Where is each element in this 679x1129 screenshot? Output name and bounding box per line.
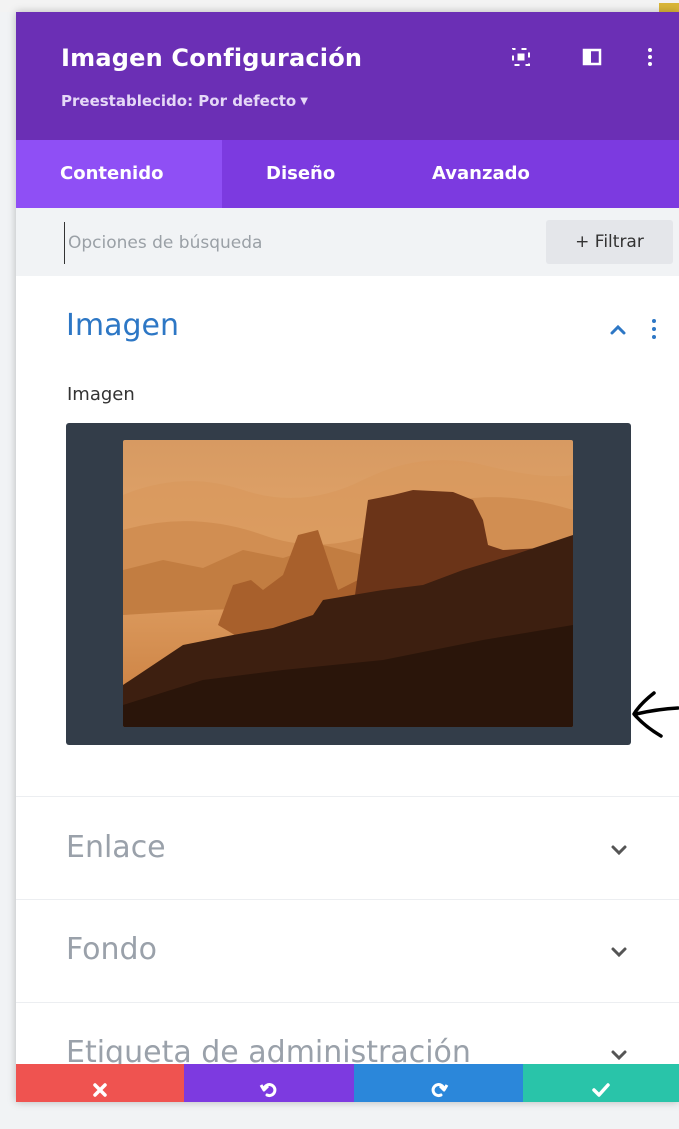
- redo-button[interactable]: [354, 1064, 523, 1102]
- chevron-down-icon[interactable]: [610, 844, 628, 856]
- section-title-fondo[interactable]: Fondo: [66, 932, 157, 967]
- section-title-imagen[interactable]: Imagen: [66, 308, 179, 343]
- panel-header: Imagen Configuración Preestablecido: Por…: [16, 12, 679, 140]
- tab-bar: Contenido Diseño Avanzado: [16, 140, 679, 208]
- search-input[interactable]: [64, 222, 530, 264]
- close-icon: [93, 1082, 107, 1097]
- tab-contenido[interactable]: Contenido: [16, 140, 222, 208]
- chevron-down-icon[interactable]: [610, 946, 628, 958]
- split-view-icon[interactable]: [581, 46, 603, 68]
- image-preview: [123, 440, 573, 727]
- undo-button[interactable]: [184, 1064, 354, 1102]
- tab-avanzado[interactable]: Avanzado: [432, 140, 530, 208]
- more-vertical-icon[interactable]: [639, 46, 661, 68]
- image-upload-box[interactable]: [66, 423, 631, 745]
- cancel-button[interactable]: [16, 1064, 184, 1102]
- section-divider: [16, 899, 679, 900]
- section-title-enlace[interactable]: Enlace: [66, 830, 166, 865]
- annotation-arrow-icon: [628, 678, 679, 748]
- section-divider: [16, 1002, 679, 1003]
- preset-label: Preestablecido: Por defecto: [61, 92, 297, 110]
- panel-title: Imagen Configuración: [61, 44, 363, 72]
- undo-icon: [259, 1082, 277, 1097]
- filter-button[interactable]: + Filtrar: [546, 220, 673, 264]
- image-field-label: Imagen: [67, 384, 135, 405]
- fullscreen-icon[interactable]: [510, 46, 532, 68]
- top-strip: [0, 0, 679, 12]
- section-divider: [16, 796, 679, 797]
- redo-icon: [431, 1082, 448, 1097]
- action-footer: [16, 1064, 679, 1102]
- save-button[interactable]: [523, 1064, 679, 1102]
- preset-selector[interactable]: Preestablecido: Por defecto ▼: [61, 92, 308, 110]
- search-bar: + Filtrar: [16, 208, 679, 276]
- caret-down-icon: ▼: [300, 96, 308, 107]
- chevron-up-icon[interactable]: [609, 323, 627, 335]
- check-icon: [592, 1082, 610, 1097]
- settings-panel: Imagen Configuración Preestablecido: Por…: [16, 12, 679, 1102]
- section-more-icon[interactable]: [650, 318, 658, 340]
- tab-diseno[interactable]: Diseño: [266, 140, 335, 208]
- chevron-down-icon[interactable]: [610, 1049, 628, 1061]
